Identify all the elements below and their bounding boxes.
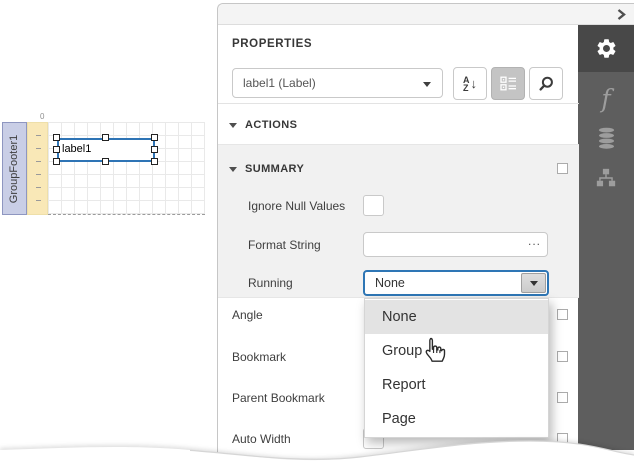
running-combobox-drop-button[interactable] bbox=[521, 273, 546, 293]
database-icon bbox=[596, 127, 617, 150]
resize-handle-n[interactable] bbox=[102, 134, 109, 141]
divider bbox=[218, 103, 579, 104]
search-icon bbox=[537, 75, 555, 93]
collapse-panel-chevron-icon[interactable] bbox=[615, 8, 627, 21]
hierarchy-icon bbox=[595, 167, 617, 189]
running-combobox[interactable]: None bbox=[363, 270, 549, 296]
angle-property-marker[interactable] bbox=[557, 309, 568, 320]
format-string-ellipsis-button[interactable]: ... bbox=[528, 234, 541, 248]
sort-az-button[interactable]: AZ ↓ bbox=[453, 67, 487, 100]
collapse-triangle-icon bbox=[229, 123, 237, 128]
format-string-input[interactable] bbox=[363, 232, 548, 257]
control-selector-value: label1 (Label) bbox=[243, 76, 316, 90]
collapse-triangle-icon bbox=[229, 167, 237, 172]
ruler-tick bbox=[36, 135, 41, 136]
control-selector-dropdown[interactable]: label1 (Label) bbox=[232, 68, 443, 98]
resize-handle-e[interactable] bbox=[151, 146, 158, 153]
ignore-null-values-label: Ignore Null Values bbox=[248, 199, 345, 213]
group-footer-band[interactable]: GroupFooter1 bbox=[2, 122, 27, 215]
chevron-down-icon bbox=[530, 281, 538, 286]
row-angle-label: Angle bbox=[232, 308, 263, 322]
bookmark-property-marker[interactable] bbox=[557, 351, 568, 362]
report-designer: GroupFooter1 0 label1 bbox=[0, 0, 634, 464]
ruler-zero-label: 0 bbox=[40, 112, 44, 121]
label1-text: label1 bbox=[62, 143, 91, 155]
running-label: Running bbox=[248, 276, 293, 290]
summary-property-marker[interactable] bbox=[557, 163, 568, 174]
ruler-tick bbox=[36, 161, 41, 162]
format-string-label: Format String bbox=[248, 238, 321, 252]
design-grid[interactable] bbox=[48, 122, 205, 214]
ruler-tick bbox=[36, 200, 41, 201]
resize-handle-se[interactable] bbox=[151, 158, 158, 165]
tab-field-list[interactable] bbox=[578, 118, 634, 158]
search-button[interactable] bbox=[529, 67, 563, 100]
chevron-down-icon bbox=[423, 82, 431, 87]
running-dropdown-list: None Group Report Page bbox=[364, 298, 549, 438]
ruler-tick bbox=[36, 148, 41, 149]
section-actions[interactable]: ACTIONS bbox=[229, 119, 297, 131]
section-summary-label: SUMMARY bbox=[245, 163, 304, 175]
resize-handle-sw[interactable] bbox=[53, 158, 60, 165]
dropdown-item-report[interactable]: Report bbox=[365, 368, 548, 402]
auto-width-property-marker[interactable] bbox=[557, 433, 568, 444]
resize-handle-w[interactable] bbox=[53, 146, 60, 153]
ignore-null-values-checkbox[interactable] bbox=[363, 195, 384, 216]
row-bookmark-label: Bookmark bbox=[232, 350, 286, 364]
designer-side-toolbar: f bbox=[578, 25, 634, 450]
resize-handle-s[interactable] bbox=[102, 158, 109, 165]
ruler-tick bbox=[36, 174, 41, 175]
band-bottom-boundary[interactable] bbox=[48, 214, 205, 215]
dropdown-item-page[interactable]: Page bbox=[365, 402, 548, 436]
row-parent-bookmark-label: Parent Bookmark bbox=[232, 391, 325, 405]
parent-bookmark-property-marker[interactable] bbox=[557, 392, 568, 403]
section-summary[interactable]: SUMMARY bbox=[229, 163, 304, 175]
category-view-icon bbox=[500, 76, 517, 91]
dropdown-item-group[interactable]: Group bbox=[365, 334, 548, 368]
panel-collapse-bar bbox=[218, 4, 634, 25]
category-view-button[interactable] bbox=[491, 67, 525, 100]
tab-report-explorer[interactable] bbox=[578, 158, 634, 198]
tab-properties[interactable] bbox=[578, 25, 634, 72]
sort-az-icon: AZ bbox=[463, 76, 470, 92]
gear-icon bbox=[595, 37, 618, 60]
properties-panel: f bbox=[217, 3, 634, 464]
dropdown-item-none[interactable]: None bbox=[365, 300, 548, 334]
resize-handle-nw[interactable] bbox=[53, 134, 60, 141]
running-combobox-value: None bbox=[375, 272, 405, 294]
band-label: GroupFooter1 bbox=[9, 134, 21, 202]
resize-handle-ne[interactable] bbox=[151, 134, 158, 141]
section-summary-block: SUMMARY Ignore Null Values Format String… bbox=[218, 144, 579, 298]
panel-title: PROPERTIES bbox=[232, 38, 312, 50]
ruler-tick bbox=[36, 187, 41, 188]
row-auto-width-label: Auto Width bbox=[232, 432, 291, 446]
tab-expressions[interactable]: f bbox=[578, 78, 634, 118]
function-icon: f bbox=[601, 86, 610, 111]
section-actions-label: ACTIONS bbox=[245, 119, 297, 131]
